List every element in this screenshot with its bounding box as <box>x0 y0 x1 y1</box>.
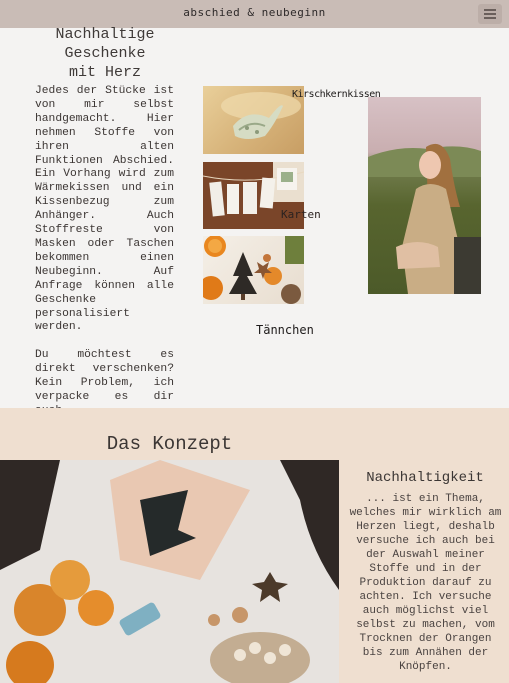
brand-logo[interactable]: Abschied & Neubeginn <box>0 6 509 19</box>
label-kirschkernkissen: Kirschkernkissen <box>292 89 381 100</box>
tree-photo <box>203 236 304 304</box>
craft-photo <box>0 460 339 683</box>
portrait-photo <box>368 97 481 294</box>
top-bar: Abschied & Neubeginn <box>0 0 509 28</box>
intro-title-line: Nachhaltige <box>55 26 155 43</box>
sustainability-text: ... ist ein Thema, welches mir wirklich … <box>349 493 502 673</box>
hamburger-icon-line <box>484 13 496 15</box>
label-taennchen: Tännchen <box>256 323 314 337</box>
label-karten: Karten <box>281 208 321 221</box>
intro-paragraph: Jedes der Stücke ist von mir selbst hand… <box>35 85 174 334</box>
intro-title-line: Geschenke <box>64 45 146 62</box>
intro-title: Nachhaltige Geschenke mit Herz <box>40 25 170 82</box>
cushion-photo <box>203 86 304 154</box>
intro-title-line: mit Herz <box>68 64 141 81</box>
sustainability-title: Nachhaltigkeit <box>366 470 484 486</box>
hamburger-icon <box>484 9 496 11</box>
hamburger-icon-line <box>484 17 496 19</box>
concept-title: Das Konzept <box>106 433 233 455</box>
intro-text: Jedes der Stücke ist von mir selbst hand… <box>35 85 174 419</box>
hamburger-menu-button[interactable] <box>478 4 502 24</box>
